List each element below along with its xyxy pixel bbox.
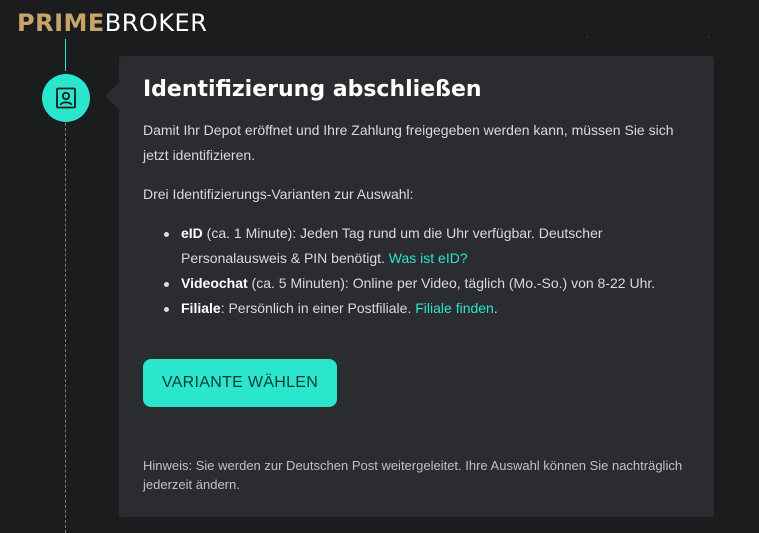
id-card-icon [56, 87, 76, 109]
decorative-dot [708, 36, 710, 38]
logo-prime: PRIME [17, 9, 105, 37]
find-branch-link[interactable]: Filiale finden [415, 300, 494, 316]
timeline-line-completed [65, 39, 66, 71]
identification-card: Identifizierung abschließen Damit Ihr De… [119, 56, 714, 517]
variant-name: eID [181, 225, 203, 241]
variant-name: Filiale [181, 300, 221, 316]
decorative-dot [586, 36, 588, 38]
timeline-step-identification [42, 74, 90, 122]
variant-suffix: . [493, 300, 498, 316]
list-item-videochat: Videochat (ca. 5 Minuten): Online per Vi… [164, 271, 683, 296]
variants-label: Drei Identifizierungs-Varianten zur Ausw… [143, 186, 414, 202]
list-item-eid: eID (ca. 1 Minute): Jeden Tag rund um di… [164, 221, 683, 271]
variant-details: : Persönlich in einer Postfiliale. [220, 300, 416, 316]
variant-name: Videochat [181, 275, 248, 291]
primebroker-logo[interactable]: PRIMEBROKER [17, 9, 207, 37]
timeline-line-pending [65, 123, 66, 533]
card-pointer [105, 82, 119, 110]
what-is-eid-link[interactable]: Was ist eID? [389, 250, 468, 266]
logo-broker: BROKER [104, 9, 208, 37]
intro-text: Damit Ihr Depot eröffnet und Ihre Zahlun… [143, 122, 674, 163]
choose-variant-button[interactable]: VARIANTE WÄHLEN [143, 359, 337, 407]
card-title: Identifizierung abschließen [143, 77, 482, 102]
list-item-filiale: Filiale: Persönlich in einer Postfiliale… [164, 296, 683, 321]
variants-list: eID (ca. 1 Minute): Jeden Tag rund um di… [143, 221, 683, 321]
hint-text: Hinweis: Sie werden zur Deutschen Post w… [143, 458, 683, 492]
variant-details: (ca. 5 Minuten): Online per Video, tägli… [247, 275, 656, 291]
page: PRIMEBROKER Identifizierung abschließen … [0, 0, 759, 533]
